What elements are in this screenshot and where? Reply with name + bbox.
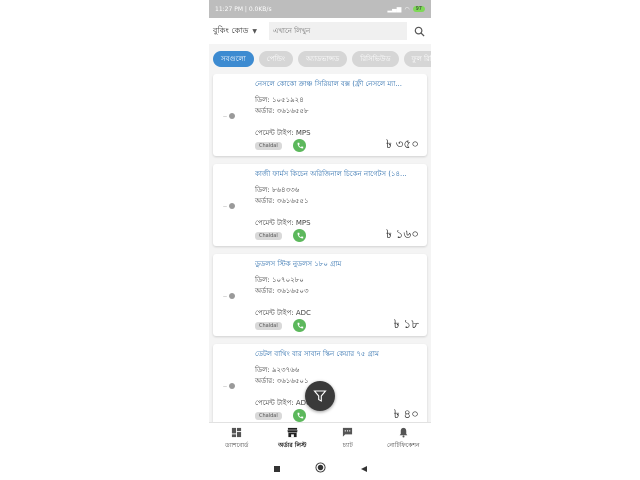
payment-type: পেমেন্ট টাইপ: MPS	[255, 129, 311, 137]
search-input[interactable]	[269, 22, 407, 40]
phone-icon	[297, 232, 303, 238]
bottom-navigation: ড্যাশবোর্ড অর্ডার লিস্ট চ্যাট নোটিফিকেশন	[209, 422, 431, 454]
system-navigation	[209, 454, 431, 480]
nav-item-notification[interactable]: নোটিফিকেশন	[376, 423, 432, 454]
call-button[interactable]	[293, 319, 306, 332]
dashboard-icon	[232, 427, 242, 437]
status-bar: 11:27 PM | 0.0KB/s ▂▄▆ ◠ 97	[209, 0, 431, 18]
payment-type: পেমেন্ট টাইপ: ADC	[255, 399, 311, 407]
order-card[interactable]: — নেসলে কোকো ক্রাঞ্চ সিরিয়াল বক্স (ফ্রী…	[213, 74, 427, 156]
order-id: অর্ডার: ৩৬১৬৫০১	[255, 377, 309, 385]
wifi-icon: ◠	[404, 5, 410, 13]
nav-item-order-list[interactable]: অর্ডার লিস্ট	[265, 423, 321, 454]
back-icon[interactable]	[360, 458, 368, 477]
order-title[interactable]: ডেটল বাথিং বার সাবান স্কিন কেয়ার ৭৫ গ্র…	[255, 348, 421, 360]
nav-label-notification: নোটিফিকেশন	[386, 441, 420, 449]
battery-level: 97	[412, 6, 425, 12]
phone-icon	[297, 142, 303, 148]
order-title[interactable]: ডুডলস স্টিক নুডলস ১৮০ গ্রাম	[255, 258, 421, 270]
merchant-badge: Chaldal	[255, 412, 282, 420]
phone-icon	[297, 322, 303, 328]
booking-code-label: বুকিং কোড	[213, 25, 249, 35]
status-time: 11:27 PM | 0.0KB/s	[215, 5, 272, 13]
filter-fab-button[interactable]	[305, 381, 335, 411]
nav-label-chat: চ্যাট	[342, 441, 353, 449]
chaldal-logo-icon: —	[223, 382, 245, 390]
chaldal-logo-icon: —	[223, 292, 245, 300]
merchant-badge: Chaldal	[255, 142, 282, 150]
order-id: অর্ডার: ৩৬১৬৫৫৮	[255, 107, 309, 115]
order-price: ৳ ৩৫০	[385, 137, 419, 151]
filter-chip-full-received[interactable]: ফুল রিসিভ	[403, 51, 431, 67]
merchant-badge: Chaldal	[255, 322, 282, 330]
caret-down-icon: ▼	[252, 27, 258, 35]
order-card[interactable]: — ডুডলস স্টিক নুডলস ১৮০ গ্রাম ডিল: ১০৭০২…	[213, 254, 427, 336]
status-icons: ▂▄▆ ◠ 97	[388, 6, 425, 13]
order-price: ৳ ১৮	[393, 317, 419, 331]
filter-chips: সবগুলো পেন্ডিং অ্যাডভান্সড রিসিভিউড ফুল …	[209, 44, 431, 74]
order-price: ৳ ১৬০	[385, 227, 419, 241]
filter-chip-all[interactable]: সবগুলো	[213, 51, 254, 67]
merchant-badge: Chaldal	[255, 232, 282, 240]
nav-item-dashboard[interactable]: ড্যাশবোর্ড	[209, 423, 265, 454]
chaldal-logo-icon: —	[223, 112, 245, 120]
chat-icon	[343, 427, 353, 437]
nav-label-order-list: অর্ডার লিস্ট	[278, 441, 307, 449]
booking-code-select[interactable]: বুকিং কোড ▼	[213, 25, 265, 38]
signal-icon: ▂▄▆	[387, 5, 402, 13]
recents-icon[interactable]	[273, 458, 281, 477]
order-id: অর্ডার: ৩৬১৬৫০৩	[255, 287, 309, 295]
payment-type: পেমেন্ট টাইপ: MPS	[255, 219, 311, 227]
call-button[interactable]	[293, 229, 306, 242]
order-id: অর্ডার: ৩৬১৬৫৫১	[255, 197, 309, 205]
store-icon	[287, 427, 298, 437]
search-icon[interactable]	[411, 23, 427, 39]
filter-chip-advanced[interactable]: অ্যাডভান্সড	[298, 51, 348, 67]
payment-type: পেমেন্ট টাইপ: ADC	[255, 309, 311, 317]
call-button[interactable]	[293, 139, 306, 152]
nav-item-chat[interactable]: চ্যাট	[320, 423, 376, 454]
filter-chip-pending[interactable]: পেন্ডিং	[258, 51, 293, 67]
order-price: ৳ ৪০	[393, 407, 419, 421]
order-title[interactable]: কাজী ফার্মস কিচেন অরিজিনাল চিকেন নাগেটস …	[255, 168, 421, 180]
phone-icon	[297, 412, 303, 418]
nav-label-dashboard: ড্যাশবোর্ড	[225, 441, 249, 449]
filter-icon	[313, 390, 327, 402]
call-button[interactable]	[293, 409, 306, 422]
chaldal-logo-icon: —	[223, 202, 245, 210]
order-list: — নেসলে কোকো ক্রাঞ্চ সিরিয়াল বক্স (ফ্রী…	[209, 74, 431, 422]
search-bar: বুকিং কোড ▼	[209, 18, 431, 44]
bell-icon	[399, 427, 408, 438]
filter-chip-received[interactable]: রিসিভিউড	[352, 51, 399, 67]
home-icon[interactable]	[314, 458, 326, 477]
order-card[interactable]: — কাজী ফার্মস কিচেন অরিজিনাল চিকেন নাগেট…	[213, 164, 427, 246]
order-title[interactable]: নেসলে কোকো ক্রাঞ্চ সিরিয়াল বক্স (ফ্রী ন…	[255, 78, 421, 90]
phone-screen: 11:27 PM | 0.0KB/s ▂▄▆ ◠ 97 বুকিং কোড ▼ …	[209, 0, 431, 480]
